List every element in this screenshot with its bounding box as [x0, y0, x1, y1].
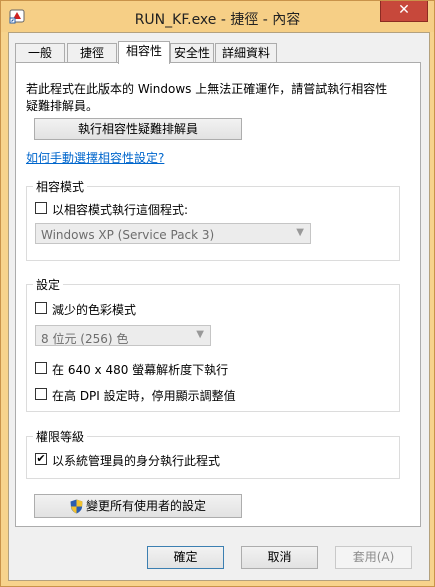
- change-all-users-button[interactable]: 變更所有使用者的設定: [34, 494, 242, 518]
- run-as-admin-label: 以系統管理員的身分執行此程式: [52, 454, 221, 468]
- uac-shield-icon: [70, 499, 83, 514]
- reduced-color-label: 減少的色彩模式: [52, 303, 137, 317]
- checkbox-box[interactable]: [35, 302, 47, 314]
- checkbox-box[interactable]: [35, 388, 47, 400]
- intro-line-2: 疑難排解員。: [26, 99, 99, 113]
- color-depth-select[interactable]: 8 位元 (256) 色 ▼: [35, 325, 211, 346]
- os-version-value: Windows XP (Service Pack 3): [41, 228, 215, 242]
- properties-window: RUN_KF.exe - 捷徑 - 內容 ✕ 一般 捷徑 相容性 安全性 詳細資…: [0, 0, 435, 587]
- disable-dpi-scaling-label: 在高 DPI 設定時，停用顯示調整值: [52, 389, 236, 403]
- resolution-640-label: 在 640 x 480 螢幕解析度下執行: [52, 363, 229, 377]
- chevron-down-icon: ▼: [196, 329, 204, 340]
- compat-intro-text: 若此程式在此版本的 Windows 上無法正確運作，請嘗試執行相容性 疑難排解員…: [26, 81, 406, 115]
- color-depth-value: 8 位元 (256) 色: [41, 332, 129, 346]
- checkmark-icon[interactable]: ✔: [35, 453, 47, 465]
- close-icon: ✕: [398, 2, 410, 18]
- intro-line-1: 若此程式在此版本的 Windows 上無法正確運作，請嘗試執行相容性: [26, 82, 388, 96]
- tab-details[interactable]: 詳細資料: [215, 43, 277, 62]
- change-all-users-label: 變更所有使用者的設定: [85, 499, 206, 513]
- privilege-group-label: 權限等級: [33, 428, 88, 445]
- cancel-button[interactable]: 取消: [241, 546, 318, 569]
- settings-group: 設定 減少的色彩模式 8 位元 (256) 色 ▼ 在 640 x 480 螢幕…: [26, 276, 400, 412]
- title-bar[interactable]: RUN_KF.exe - 捷徑 - 內容 ✕: [1, 1, 434, 32]
- run-troubleshooter-button[interactable]: 執行相容性疑難排解員: [34, 118, 242, 140]
- tab-shortcut[interactable]: 捷徑: [67, 43, 117, 62]
- privilege-level-group: 權限等級 ✔ 以系統管理員的身分執行此程式: [26, 428, 400, 479]
- tab-security[interactable]: 安全性: [170, 43, 214, 62]
- checkbox-box[interactable]: [35, 362, 47, 374]
- compat-mode-label: 以相容模式執行這個程式:: [52, 203, 189, 217]
- settings-group-label: 設定: [33, 276, 64, 293]
- os-version-select[interactable]: Windows XP (Service Pack 3) ▼: [35, 223, 311, 244]
- apply-button[interactable]: 套用(A): [335, 546, 412, 569]
- dialog-body: 一般 捷徑 相容性 安全性 詳細資料 若此程式在此版本的 Windows 上無法…: [8, 32, 430, 581]
- checkbox-box[interactable]: [35, 202, 47, 214]
- manual-compat-link[interactable]: 如何手動選擇相容性設定?: [26, 149, 164, 166]
- tab-general[interactable]: 一般: [15, 43, 65, 62]
- chevron-down-icon: ▼: [296, 227, 304, 238]
- compat-mode-group-label: 相容模式: [33, 178, 88, 195]
- tab-compatibility[interactable]: 相容性: [118, 41, 170, 64]
- compat-mode-group: 相容模式 以相容模式執行這個程式: Windows XP (Service Pa…: [26, 178, 400, 261]
- close-button[interactable]: ✕: [380, 1, 428, 22]
- ok-button[interactable]: 確定: [147, 546, 224, 569]
- window-title: RUN_KF.exe - 捷徑 - 內容: [134, 12, 301, 28]
